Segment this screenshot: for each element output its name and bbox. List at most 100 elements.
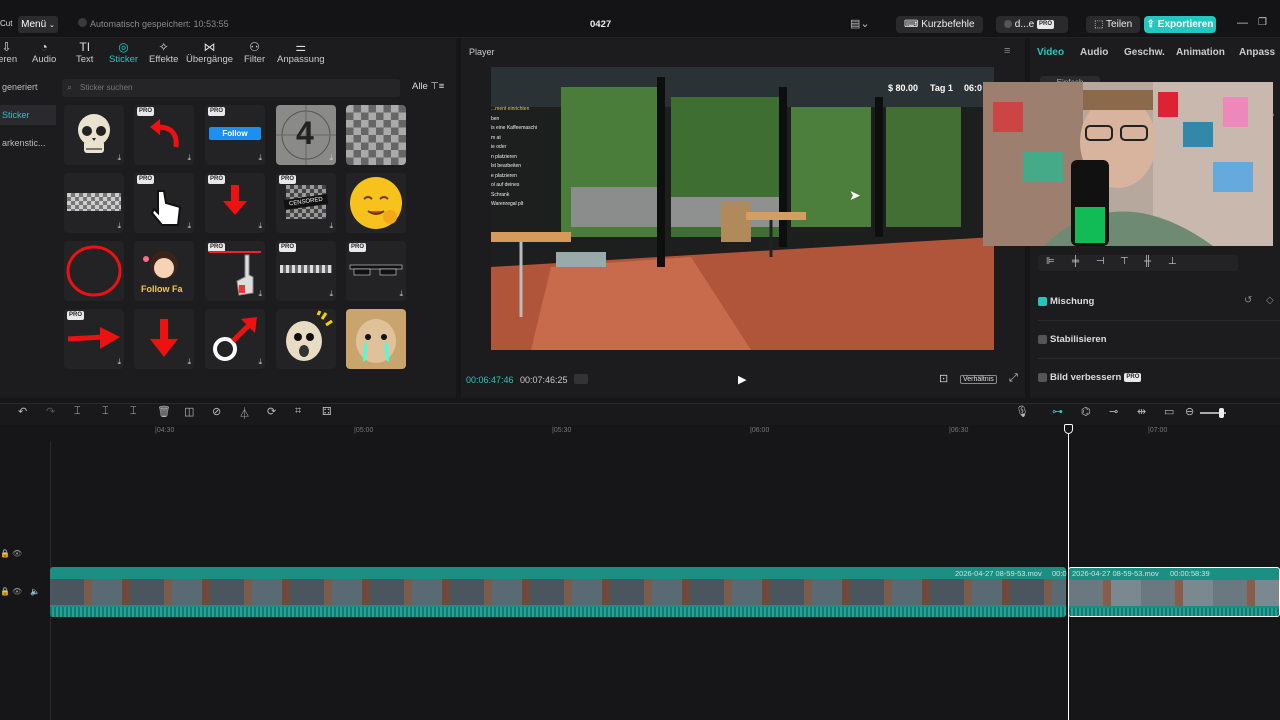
download-icon[interactable]: ⤓	[399, 289, 403, 299]
zoom-out-icon[interactable]: ⊖	[1185, 405, 1194, 418]
mirror-icon[interactable]: ⏃	[239, 405, 250, 421]
trim-right-icon[interactable]: ⌶	[130, 405, 137, 418]
tool-audio[interactable]: ◔ Audio	[32, 40, 56, 65]
reset-icon[interactable]: ↺	[1244, 295, 1252, 306]
redo-icon[interactable]: ↷	[46, 405, 55, 418]
download-icon[interactable]: ⤓	[117, 357, 121, 367]
tab-adjust[interactable]: Anpass	[1239, 47, 1275, 58]
menu-button[interactable]: Menü ⌄	[18, 16, 58, 33]
tab-speed[interactable]: Geschw.	[1124, 47, 1165, 58]
category-generated[interactable]: generiert	[0, 77, 56, 97]
download-icon[interactable]: ⤓	[187, 221, 191, 231]
preview-axis-icon[interactable]: ⇹	[1137, 405, 1146, 418]
sticker-arrow-circle[interactable]: ⤓	[205, 309, 265, 369]
audio-icon[interactable]: 🔈	[30, 587, 40, 596]
align-top-icon[interactable]: ⊤	[1120, 256, 1129, 267]
align-bottom-icon[interactable]: ⊥	[1168, 256, 1177, 267]
download-icon[interactable]: ⤓	[258, 221, 262, 231]
sticker-countdown[interactable]: 4 ⤓	[276, 105, 336, 165]
sticker-follow-button[interactable]: PRO Follow ⤓	[205, 105, 265, 165]
shortcuts-button[interactable]: ⌨ Kurzbefehle	[896, 16, 983, 33]
sticker-emoji-face[interactable]	[346, 173, 406, 233]
fullscreen-icon[interactable]: ⤢	[1009, 372, 1018, 385]
filter-dropdown[interactable]: Alle ⊤≡	[412, 81, 444, 92]
player-menu-icon[interactable]: ≡	[1004, 45, 1010, 57]
download-icon[interactable]: ⤓	[117, 153, 121, 163]
download-icon[interactable]: ⤓	[258, 153, 262, 163]
user-button[interactable]: d...e PRO	[996, 16, 1068, 33]
tab-animation[interactable]: Animation	[1176, 47, 1225, 58]
project-title[interactable]: 0427	[590, 19, 611, 30]
enhance-section[interactable]: Bild verbessern PRO	[1038, 371, 1142, 383]
sticker-red-arrow-curve[interactable]: PRO ⤓	[134, 105, 194, 165]
sticker-hand-click[interactable]: PRO ⤓	[134, 173, 194, 233]
delete-icon[interactable]: 🗑	[157, 405, 171, 418]
mix-section[interactable]: Mischung	[1038, 295, 1094, 307]
align-center-icon[interactable]: ╪	[1072, 256, 1079, 267]
tool-adjust[interactable]: ⚌ Anpassung	[277, 40, 325, 65]
download-icon[interactable]: ⤓	[117, 221, 121, 231]
enhance-checkbox[interactable]	[1038, 372, 1047, 382]
ai-edit-icon[interactable]: ⚃	[322, 405, 332, 418]
align-left-icon[interactable]: ⊫	[1046, 256, 1055, 267]
maximize-icon[interactable]: ❐	[1258, 17, 1267, 28]
playhead[interactable]	[1068, 430, 1069, 720]
sticker-pixel-bar[interactable]: ⤓	[64, 173, 124, 233]
timecode-format-icon[interactable]	[574, 374, 588, 384]
download-icon[interactable]: ⤓	[258, 289, 262, 299]
sticker-red-arrow-down[interactable]: PRO ⤓	[205, 173, 265, 233]
tool-effects[interactable]: ✧ Effekte	[149, 40, 178, 65]
sticker-arrow-down-bold[interactable]: ⤓	[134, 309, 194, 369]
video-clip[interactable]	[50, 567, 1066, 617]
align-right-icon[interactable]: ⊣	[1096, 256, 1105, 267]
sticker-search-input[interactable]: Sticker suchen	[62, 79, 400, 97]
mix-checkbox[interactable]	[1038, 296, 1047, 306]
category-sticker[interactable]: Sticker	[0, 105, 56, 125]
rotate-icon[interactable]: ⟳	[267, 405, 276, 418]
tool-text[interactable]: TI Text	[76, 40, 93, 65]
link-icon[interactable]: ⌬	[1081, 405, 1091, 418]
eye-icon[interactable]: 👁	[12, 587, 22, 596]
sticker-crying-cat[interactable]	[346, 309, 406, 369]
eye-icon[interactable]: 👁	[12, 549, 22, 558]
sticker-shocked-dog[interactable]	[276, 309, 336, 369]
video-preview[interactable]: ...ment einrichten ben is eine Kaffeemas…	[491, 67, 994, 350]
undo-icon[interactable]: ↶	[18, 405, 27, 418]
download-icon[interactable]: ⤓	[329, 289, 333, 299]
tab-video[interactable]: Video	[1037, 47, 1064, 58]
tool-sticker[interactable]: ◎ Sticker	[109, 40, 138, 65]
zoom-slider-handle[interactable]	[1219, 408, 1224, 418]
play-button[interactable]: ▶	[738, 373, 746, 386]
screenshot-icon[interactable]: ⊡	[939, 372, 948, 385]
sticker-red-arrow-right[interactable]: PRO ⤓	[64, 309, 124, 369]
aspect-ratio-button[interactable]: Verhältnis	[960, 375, 997, 384]
reverse-icon[interactable]: ⊘	[212, 405, 221, 418]
chain-icon[interactable]: ⊸	[1109, 405, 1118, 418]
split-icon[interactable]: ⌶	[74, 405, 81, 418]
lock-icon[interactable]: 🔒	[0, 549, 10, 558]
download-icon[interactable]: ⤓	[258, 357, 262, 367]
microphone-icon[interactable]: 🎙	[1015, 405, 1029, 418]
sticker-red-circle[interactable]	[64, 241, 124, 301]
magnet-icon[interactable]: ⊶	[1052, 405, 1063, 418]
freeze-icon[interactable]: ◫	[184, 405, 194, 418]
tool-import[interactable]: ⇩ieren	[0, 40, 17, 65]
keyframe-icon[interactable]: ◇	[1266, 295, 1274, 306]
sticker-censored[interactable]: PRO CENSORED ⤓	[276, 173, 336, 233]
tab-audio[interactable]: Audio	[1080, 47, 1108, 58]
share-button[interactable]: ⬚ Teilen	[1086, 16, 1141, 33]
sticker-pixelate[interactable]	[346, 105, 406, 165]
stabilize-section[interactable]: Stabilisieren	[1038, 333, 1107, 345]
category-brand-sticker[interactable]: arkenstic...	[0, 133, 56, 153]
download-icon[interactable]: ⤓	[187, 153, 191, 163]
sticker-glitch-bar[interactable]: PRO ⤓	[276, 241, 336, 301]
download-icon[interactable]: ⤓	[329, 221, 333, 231]
export-button[interactable]: ⇪ Exportieren	[1144, 16, 1216, 33]
sticker-pixel-glasses[interactable]: PRO ⤓	[346, 241, 406, 301]
subtitle-icon[interactable]: ▭	[1164, 405, 1174, 418]
timeline-ruler[interactable]	[50, 425, 1280, 441]
minimize-icon[interactable]: —	[1237, 17, 1248, 29]
tool-transitions[interactable]: ⋈ Übergänge	[186, 40, 233, 65]
align-middle-icon[interactable]: ╫	[1144, 256, 1151, 267]
layout-icon[interactable]: ▤⌄	[850, 17, 870, 30]
